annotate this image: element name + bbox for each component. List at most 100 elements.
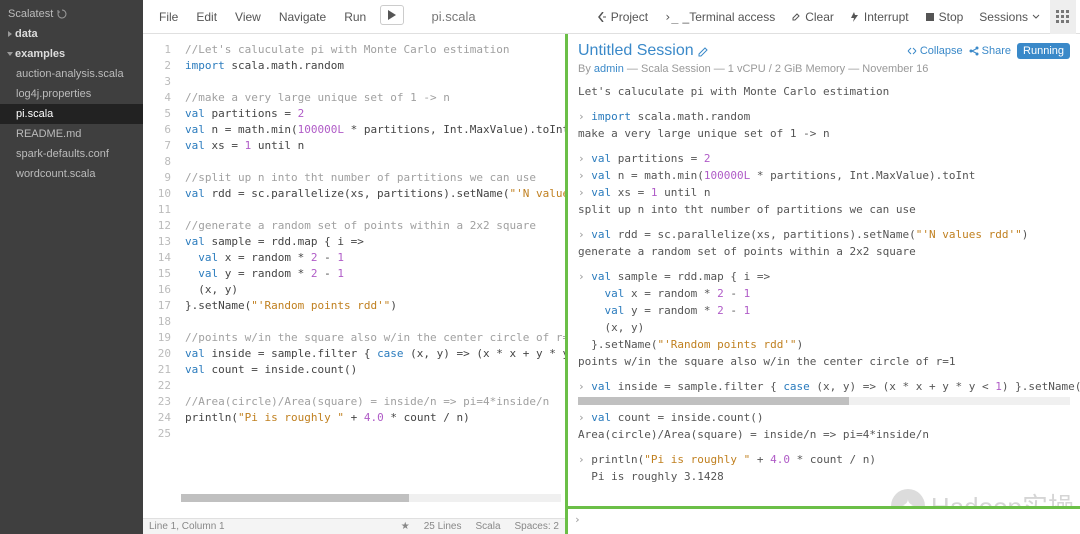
line-number: 15 [143,266,177,282]
interrupt-button[interactable]: Interrupt [844,6,915,28]
file-tree-sidebar: Scalatest data examples auction-analysis.s… [0,0,143,534]
output-text: Area(circle)/Area(square) = inside/n => … [578,426,1070,443]
code-line[interactable] [185,314,565,330]
code-line[interactable]: val xs = 1 until n [185,138,565,154]
input-cell[interactable]: › [568,506,1080,534]
code-line[interactable]: val partitions = 2 [185,106,565,122]
line-number: 12 [143,218,177,234]
menu-edit[interactable]: Edit [188,5,225,29]
horizontal-scrollbar[interactable] [181,494,561,502]
menu-bar: File Edit View Navigate Run [143,5,404,29]
code-line[interactable]: (x, y) [185,282,565,298]
code-line[interactable]: val x = random * 2 - 1 [185,250,565,266]
code-line[interactable]: //split up n into tht number of partitio… [185,170,565,186]
code-line[interactable]: val sample = rdd.map { i => [185,234,565,250]
apps-grid-button[interactable] [1050,0,1076,34]
by-prefix: By [578,63,594,75]
collapse-icon [907,46,917,56]
menu-navigate[interactable]: Navigate [271,5,334,29]
code-line[interactable]: val rdd = sc.parallelize(xs, partitions)… [185,186,565,202]
line-number: 24 [143,410,177,426]
code-line[interactable]: //points w/in the square also w/in the c… [185,330,565,346]
code-line[interactable]: val n = math.min(100000L * partitions, I… [185,122,565,138]
scroll-thumb[interactable] [181,494,409,502]
session-meta-text: — Scala Session — 1 vCPU / 2 GiB Memory … [624,63,928,75]
output-text: points w/in the square also w/in the cen… [578,353,1070,370]
bolt-icon [850,12,860,22]
sidebar-item-data[interactable]: data [0,24,143,44]
line-number: 18 [143,314,177,330]
horizontal-scrollbar[interactable] [578,397,1070,405]
tree-toggle-icon[interactable] [8,31,12,37]
run-button[interactable] [380,5,404,25]
share-label: Share [982,45,1011,57]
play-icon [387,10,397,20]
sidebar-item-wordcount-scala[interactable]: wordcount.scala [0,164,143,184]
right-actions: Project ›_ _Terminal access Clear Interr… [591,0,1080,34]
sidebar-item-spark-defaults-conf[interactable]: spark-defaults.conf [0,144,143,164]
project-button[interactable]: Project [591,6,654,28]
line-gutter: 1234567891011121314151617181920212223242… [143,42,177,442]
clear-button[interactable]: Clear [785,6,840,28]
line-number: 22 [143,378,177,394]
sidebar-item-pi-scala[interactable]: pi.scala [0,104,143,124]
menu-file[interactable]: File [151,5,186,29]
refresh-icon[interactable] [57,9,67,19]
output-prompt: val sample = rdd.map { i => [578,268,1070,285]
code-line[interactable] [185,74,565,90]
code-line[interactable] [185,154,565,170]
output-prompt: println("Pi is roughly " + 4.0 * count /… [578,451,1070,468]
line-number: 2 [143,58,177,74]
code-line[interactable]: //Area(circle)/Area(square) = inside/n =… [185,394,565,410]
tree-toggle-icon[interactable] [7,52,13,56]
sidebar-item-auction-analysis-scala[interactable]: auction-analysis.scala [0,64,143,84]
code-line[interactable] [185,426,565,442]
code-line[interactable]: import scala.math.random [185,58,565,74]
code-line[interactable]: val inside = sample.filter { case (x, y)… [185,346,565,362]
output-text: generate a random set of points within a… [578,243,1070,260]
sidebar-item-label: examples [15,48,65,60]
session-title-text: Untitled Session [578,42,694,60]
code-line[interactable]: //generate a random set of points within… [185,218,565,234]
collapse-button[interactable]: Collapse [907,45,963,57]
terminal-button[interactable]: ›_ _Terminal access [658,6,781,28]
session-actions: Collapse Share Running [907,43,1070,59]
line-number: 6 [143,122,177,138]
session-panel: Untitled Session Collapse Share Running … [565,34,1080,534]
sessions-dropdown[interactable]: Sessions [973,6,1046,28]
code-line[interactable] [185,202,565,218]
code-line[interactable]: //Let's caluculate pi with Monte Carlo e… [185,42,565,58]
code-line[interactable]: }.setName("'Random points rdd'") [185,298,565,314]
line-number: 7 [143,138,177,154]
share-button[interactable]: Share [969,45,1011,57]
sidebar-item-examples[interactable]: examples [0,44,143,64]
sidebar-item-log4j-properties[interactable]: log4j.properties [0,84,143,104]
code-line[interactable]: println("Pi is roughly " + 4.0 * count /… [185,410,565,426]
language-mode[interactable]: Scala [476,521,501,532]
code-line[interactable]: val y = random * 2 - 1 [185,266,565,282]
output-prompt: import scala.math.random [578,108,1070,125]
code-line[interactable] [185,378,565,394]
line-number: 21 [143,362,177,378]
sidebar-item-README-md[interactable]: README.md [0,124,143,144]
code-editor[interactable]: 1234567891011121314151617181920212223242… [143,34,565,518]
indent-mode[interactable]: Spaces: 2 [515,521,559,532]
line-number: 25 [143,426,177,442]
session-title[interactable]: Untitled Session [578,42,710,60]
line-number: 17 [143,298,177,314]
code-line[interactable]: //make a very large unique set of 1 -> n [185,90,565,106]
code-body[interactable]: //Let's caluculate pi with Monte Carlo e… [185,42,565,442]
output-text: val x = random * 2 - 1 [578,285,1070,302]
user-link[interactable]: admin [594,63,624,75]
menu-run[interactable]: Run [336,5,374,29]
code-line[interactable]: val count = inside.count() [185,362,565,378]
menu-view[interactable]: View [227,5,269,29]
stop-button[interactable]: Stop [919,6,970,28]
top-toolbar: File Edit View Navigate Run pi.scala Pro… [143,0,1080,34]
line-number: 9 [143,170,177,186]
edit-icon[interactable] [698,45,710,57]
cursor-position: Line 1, Column 1 [149,521,225,532]
star-icon[interactable]: ★ [401,521,410,532]
line-count: 25 Lines [424,521,462,532]
project-title: Scalatest [0,0,143,24]
